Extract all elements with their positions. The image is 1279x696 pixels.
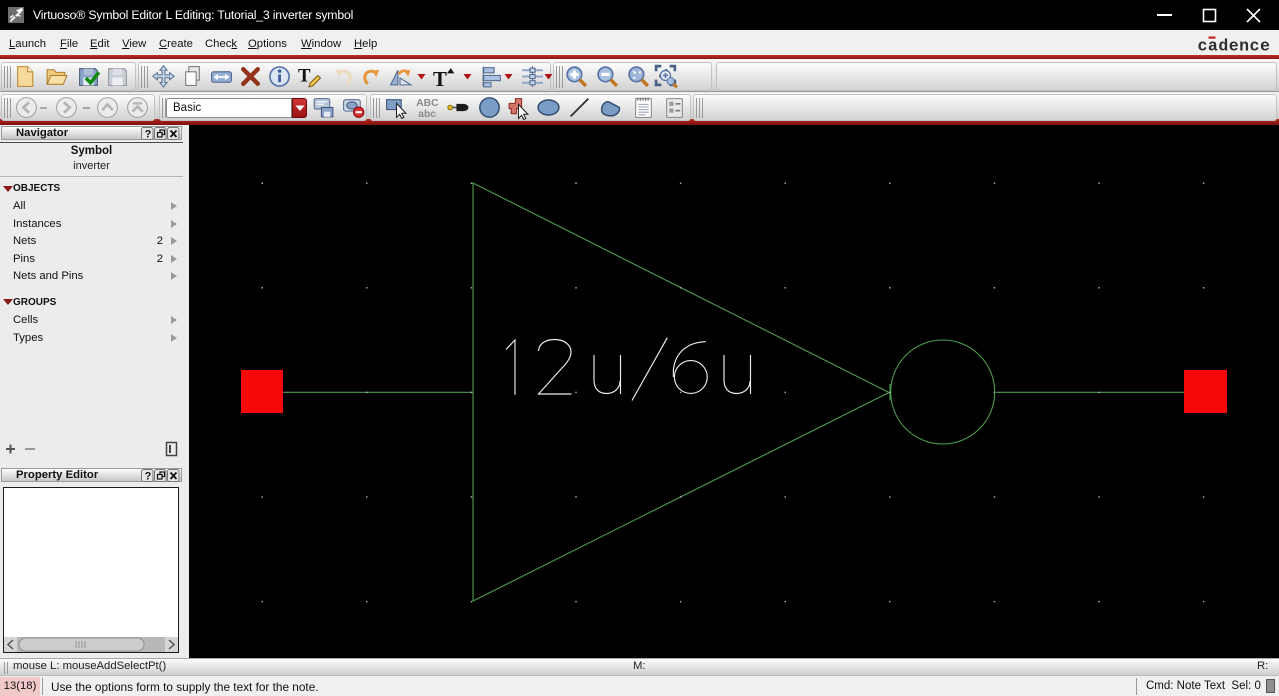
svg-text:ABC: ABC [416, 98, 439, 109]
svg-text:?: ? [145, 471, 152, 483]
svg-text:T: T [298, 66, 311, 87]
svg-text:?: ? [145, 129, 152, 141]
svg-text:T: T [433, 67, 447, 89]
svg-text:cadence: cadence [1198, 36, 1270, 54]
svg-text:abc: abc [418, 109, 436, 120]
